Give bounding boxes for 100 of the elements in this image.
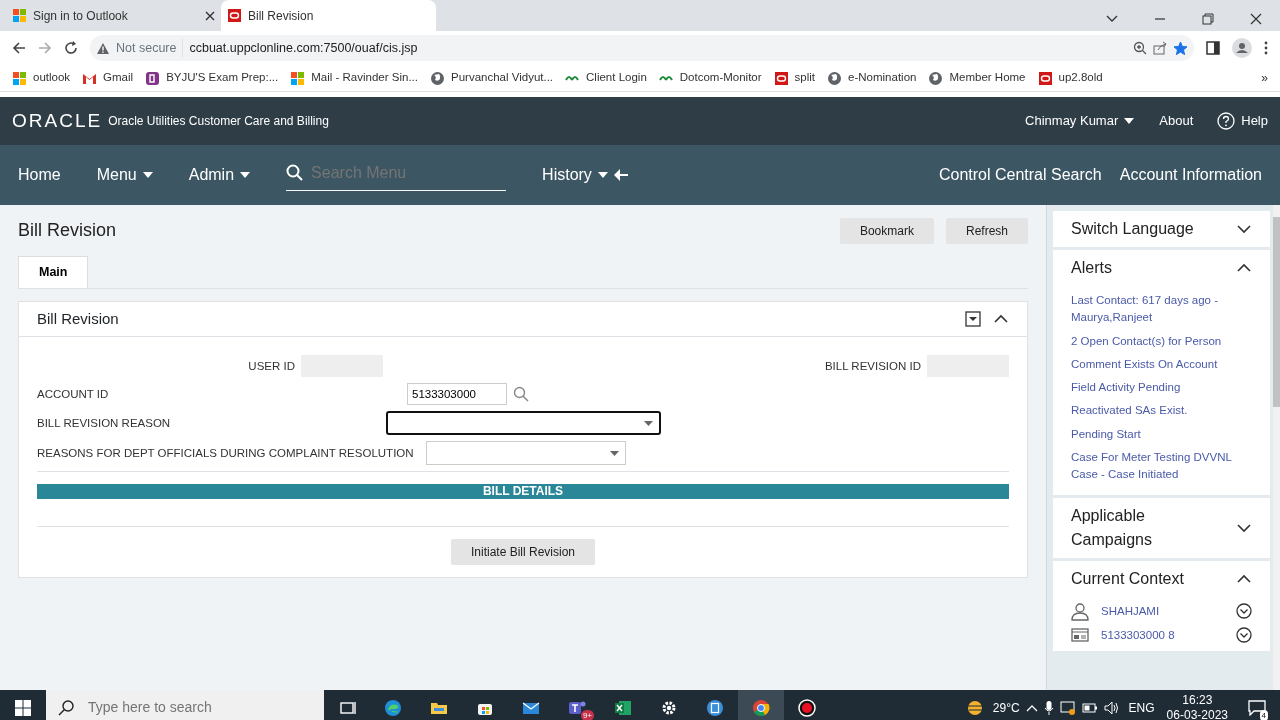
page-title: Bill Revision [18,219,118,242]
id-card-icon [1071,627,1089,644]
close-icon[interactable] [1250,13,1262,25]
microphone-icon[interactable] [1043,699,1054,716]
browser-tab[interactable]: Sign in to Outlook [6,0,221,31]
notification-count: 4 [1259,710,1268,720]
alert-link[interactable]: Field Activity Pending [1071,379,1252,397]
nav-link-item[interactable]: Control Central Search [938,163,1102,187]
sidebar-section-title: Switch Language [1071,219,1194,239]
taskbar-search-box[interactable]: Type here to search [46,690,324,720]
history-menu[interactable]: History [542,163,628,187]
bookmark-link[interactable]: e-Nomination [827,69,917,87]
speaker-icon[interactable] [1103,700,1120,715]
taskbar-app-button[interactable]: 9+ [554,690,600,720]
kebab-menu-icon[interactable] [1264,41,1268,55]
collapse-icon[interactable] [993,313,1009,325]
user-menu[interactable]: Chinmay Kumar [1024,110,1136,132]
search-menu-field[interactable]: Search Menu [309,159,490,186]
windows-logo-icon [12,8,27,23]
clock-date[interactable]: 06-03-2023 [1166,707,1228,720]
nav-link-item[interactable]: Account Information [1119,163,1262,187]
notification-center-button[interactable]: 4 [1240,690,1274,720]
close-icon[interactable] [205,10,215,21]
message-icon [1248,700,1266,717]
caret-icon [142,172,153,178]
windows-logo-icon [12,70,27,86]
bookmark-link[interactable]: Gmail [82,69,134,87]
back-icon[interactable] [12,41,26,55]
oracle-logo: ORACLE [12,108,103,133]
windows-logo-icon [15,700,31,717]
reload-icon[interactable] [64,41,78,55]
app-title: Oracle Utilities Customer Care and Billing [108,113,329,130]
scrollbar-thumb[interactable] [1272,217,1280,407]
expand-icon[interactable] [1235,223,1252,235]
share-icon[interactable] [1153,41,1167,55]
spreadsheet-app-icon [614,698,632,717]
expand-circle-icon[interactable] [1235,627,1252,644]
nav-menu-item[interactable]: Home [18,163,61,187]
initiate-bill-revision-button[interactable]: Initiate Bill Revision [450,539,595,566]
bookmark-link[interactable]: outlook [12,69,71,87]
account-id-field[interactable]: 5133303000 [407,383,507,406]
nav-menu-item[interactable]: Menu [96,163,153,187]
bookmark-link[interactable]: Dotcom-Monitor [658,69,762,87]
about-link[interactable]: About [1159,111,1194,131]
language-indicator[interactable]: ENG [1128,698,1155,717]
bookmark-link[interactable]: split [773,69,816,87]
toolbar-button[interactable]: Refresh [945,217,1028,244]
bookmark-link[interactable]: Mail - Ravinder Sin... [290,69,418,87]
bookmark-link[interactable]: Client Login [565,69,647,87]
alert-link[interactable]: Case For Meter Testing DVVNL Case - Case Initiated [1071,448,1252,484]
panel-title: Bill Revision [37,308,120,329]
caret-icon [240,172,251,178]
alert-link[interactable]: Comment Exists On Account [1071,355,1252,373]
star-icon[interactable] [1173,40,1188,56]
edge-browser-icon [384,698,402,717]
caret-icon [597,172,608,178]
profile-icon[interactable] [1232,38,1252,58]
collapse-icon[interactable] [1235,262,1252,274]
expand-circle-icon[interactable] [1235,603,1252,620]
alert-link[interactable]: 2 Open Contact(s) for Person [1071,332,1252,350]
record-icon [798,698,816,717]
alert-link[interactable]: Last Contact: 617 days ago - Maurya,Ranjeet [1071,292,1252,327]
alert-link[interactable]: Reactivated SAs Exist. [1071,402,1252,420]
sidepanel-icon[interactable] [1206,41,1220,55]
bookmark-link[interactable]: Member Home [928,69,1026,87]
page-tab[interactable]: Main [18,256,89,288]
restore-icon[interactable] [1202,13,1214,25]
help-icon [1217,112,1236,130]
url-text[interactable]: ccbuat.uppclonline.com:7500/ouaf/cis.jsp [182,38,418,58]
clock-time[interactable]: 16:23 [1182,692,1213,708]
alert-link[interactable]: Pending Start [1071,425,1252,443]
bookmark-link[interactable]: up2.8old [1037,69,1103,87]
battery-icon[interactable] [1081,702,1098,713]
temperature-text: 29°C [992,699,1020,717]
oracle-logo-icon [773,70,789,86]
context-link[interactable]: SHAHJAMI [1101,603,1230,621]
caret-icon [609,450,619,456]
bookmark-link[interactable]: BYJU'S Exam Prep:... [145,69,279,87]
search-icon[interactable] [513,386,529,403]
more-bookmarks-button[interactable]: » [1261,69,1268,87]
field-label: REASONS FOR DEPT OFFICIALS DURING COMPLAINT RESOLUTION [37,445,414,461]
dropdown-box-icon[interactable] [965,311,981,327]
oracle-logo-icon [1037,70,1053,86]
windows-logo-icon [290,70,306,86]
toolbar-button[interactable]: Bookmark [839,217,934,244]
caret-icon [1124,118,1135,124]
dropdown-field[interactable] [386,411,661,436]
help-link[interactable]: Help [1217,111,1268,131]
browser-tab[interactable]: Bill Revision [221,0,436,31]
expand-icon[interactable] [1235,522,1252,535]
film-app-icon [706,698,724,717]
dropdown-icon[interactable] [1106,15,1118,23]
zoom-icon[interactable] [1133,41,1147,55]
bookmark-link[interactable]: Purvanchal Vidyut... [430,69,554,87]
nav-menu-item[interactable]: Admin [188,163,251,187]
back-arrow-icon [613,169,628,181]
taskbar-search-field[interactable]: Type here to search [86,696,286,719]
network-icon[interactable] [1059,700,1076,715]
context-link[interactable]: 5133303000 8 [1101,627,1230,645]
chevron-up-icon[interactable] [1025,703,1038,712]
